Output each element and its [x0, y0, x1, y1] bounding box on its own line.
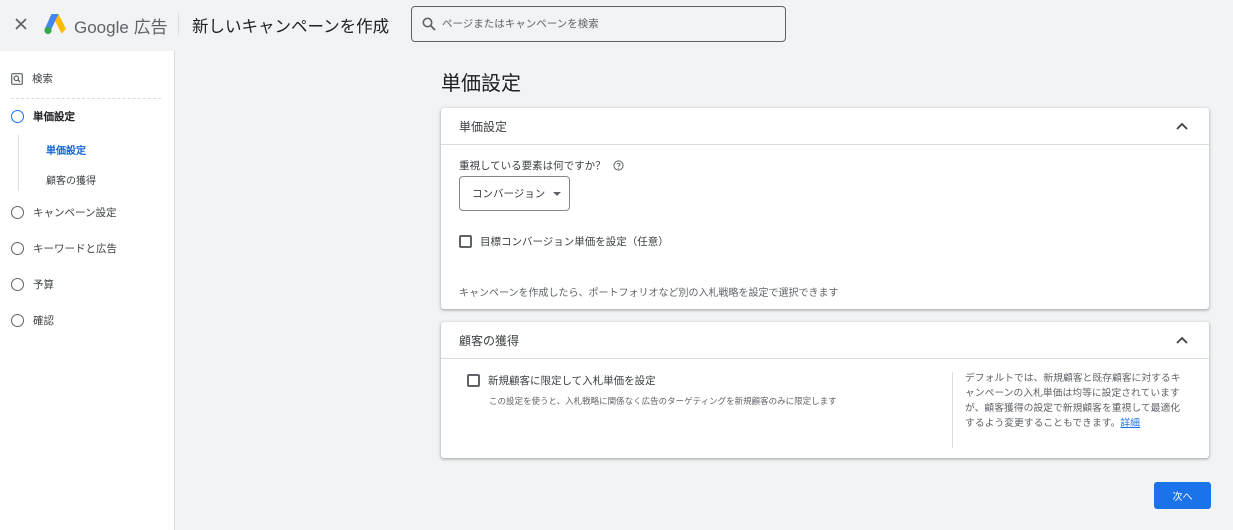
bidding-focus-dropdown[interactable]: コンバージョン	[459, 176, 570, 211]
step-circle-icon	[11, 242, 24, 255]
sidebar-step-keywords-ads[interactable]: キーワードと広告	[11, 241, 117, 256]
acquisition-side-note: デフォルトでは、新規顧客と既存顧客に対するキャンペーンの入札単価は均等に設定され…	[965, 371, 1187, 431]
sidebar-step-budget[interactable]: 予算	[11, 277, 54, 292]
chevron-up-icon[interactable]	[1175, 333, 1189, 347]
search-page-icon	[11, 72, 23, 85]
dropdown-caret-icon	[553, 191, 562, 196]
sidebar-step-label: キャンペーン設定	[33, 207, 117, 219]
top-app-bar: Google 広告 新しいキャンペーンを作成	[0, 0, 1233, 50]
sidebar-search[interactable]: 検索	[11, 71, 53, 86]
step-circle-icon	[11, 278, 24, 291]
new-customer-option[interactable]: 新規顧客に限定して入札単価を設定	[467, 373, 656, 388]
sidebar-step-campaign-settings[interactable]: キャンペーン設定	[11, 205, 116, 220]
dropdown-value: コンバージョン	[472, 188, 546, 200]
main-title: 単価設定	[441, 71, 521, 95]
sidebar-step-label: 確認	[33, 315, 54, 327]
step-circle-icon	[11, 314, 24, 327]
target-cpa-checkbox[interactable]	[459, 235, 472, 248]
sidebar-divider	[11, 98, 161, 99]
bidding-card-header[interactable]: 単価設定	[441, 108, 1209, 145]
close-icon[interactable]	[10, 13, 32, 35]
sidebar-substep-acquisition[interactable]: 顧客の獲得	[46, 172, 96, 187]
search-box[interactable]	[411, 6, 786, 42]
search-icon	[422, 17, 436, 31]
sidebar: 検索 単価設定 単価設定 顧客の獲得 キャンペーン設定 キーワードと広告 予算 …	[0, 51, 175, 530]
sidebar-substep-bidding[interactable]: 単価設定	[46, 142, 86, 157]
google-ads-logo	[44, 14, 66, 35]
new-customer-label: 新規顧客に限定して入札単価を設定	[488, 375, 656, 387]
header-divider	[178, 12, 179, 36]
step-circle-icon	[11, 110, 24, 123]
chevron-up-icon[interactable]	[1175, 119, 1189, 133]
sidebar-step-label: キーワードと広告	[33, 243, 117, 255]
new-customer-description: この設定を使うと、入札戦略に関係なく広告のターゲティングを新規顧客のみに限定しま…	[489, 397, 837, 407]
sidebar-substeps: 単価設定 顧客の獲得	[18, 135, 158, 191]
acquisition-card: 顧客の獲得 新規顧客に限定して入札単価を設定 この設定を使うと、入札戦略に関係な…	[441, 322, 1209, 458]
acquisition-card-header[interactable]: 顧客の獲得	[441, 322, 1209, 359]
side-note-text: デフォルトでは、新規顧客と既存顧客に対するキャンペーンの入札単価は均等に設定され…	[965, 373, 1181, 429]
sidebar-step-review[interactable]: 確認	[11, 313, 54, 328]
help-icon[interactable]	[613, 160, 624, 171]
bidding-card-title: 単価設定	[459, 120, 508, 134]
bidding-note: キャンペーンを作成したら、ポートフォリオなど別の入札戦略を設定で選択できます	[459, 288, 839, 299]
new-customer-checkbox[interactable]	[467, 374, 480, 387]
sidebar-step-label: 予算	[33, 279, 54, 291]
sidebar-step-label: 単価設定	[33, 111, 75, 123]
search-input[interactable]	[442, 18, 762, 30]
brand-google: Google	[74, 18, 129, 37]
next-button[interactable]: 次へ	[1154, 482, 1211, 509]
target-cpa-label: 目標コンバージョン単価を設定（任意）	[480, 236, 669, 248]
brand-ads: 広告	[133, 18, 168, 37]
target-cpa-option[interactable]: 目標コンバージョン単価を設定（任意）	[459, 234, 669, 249]
step-circle-icon	[11, 206, 24, 219]
card-divider	[952, 372, 953, 448]
bidding-focus-question: 重視している要素は何ですか？	[459, 158, 624, 173]
acquisition-card-title: 顧客の獲得	[459, 334, 520, 348]
brand-name: Google 広告	[74, 13, 168, 38]
page-heading: 新しいキャンペーンを作成	[192, 17, 390, 36]
sidebar-search-label: 検索	[32, 73, 53, 85]
bidding-card: 単価設定 重視している要素は何ですか？ コンバージョン 目標コンバージョン単価を…	[441, 108, 1209, 309]
learn-more-link[interactable]: 詳細	[1120, 418, 1140, 429]
sidebar-step-bidding[interactable]: 単価設定	[11, 109, 75, 124]
question-text: 重視している要素は何ですか？	[459, 160, 606, 172]
